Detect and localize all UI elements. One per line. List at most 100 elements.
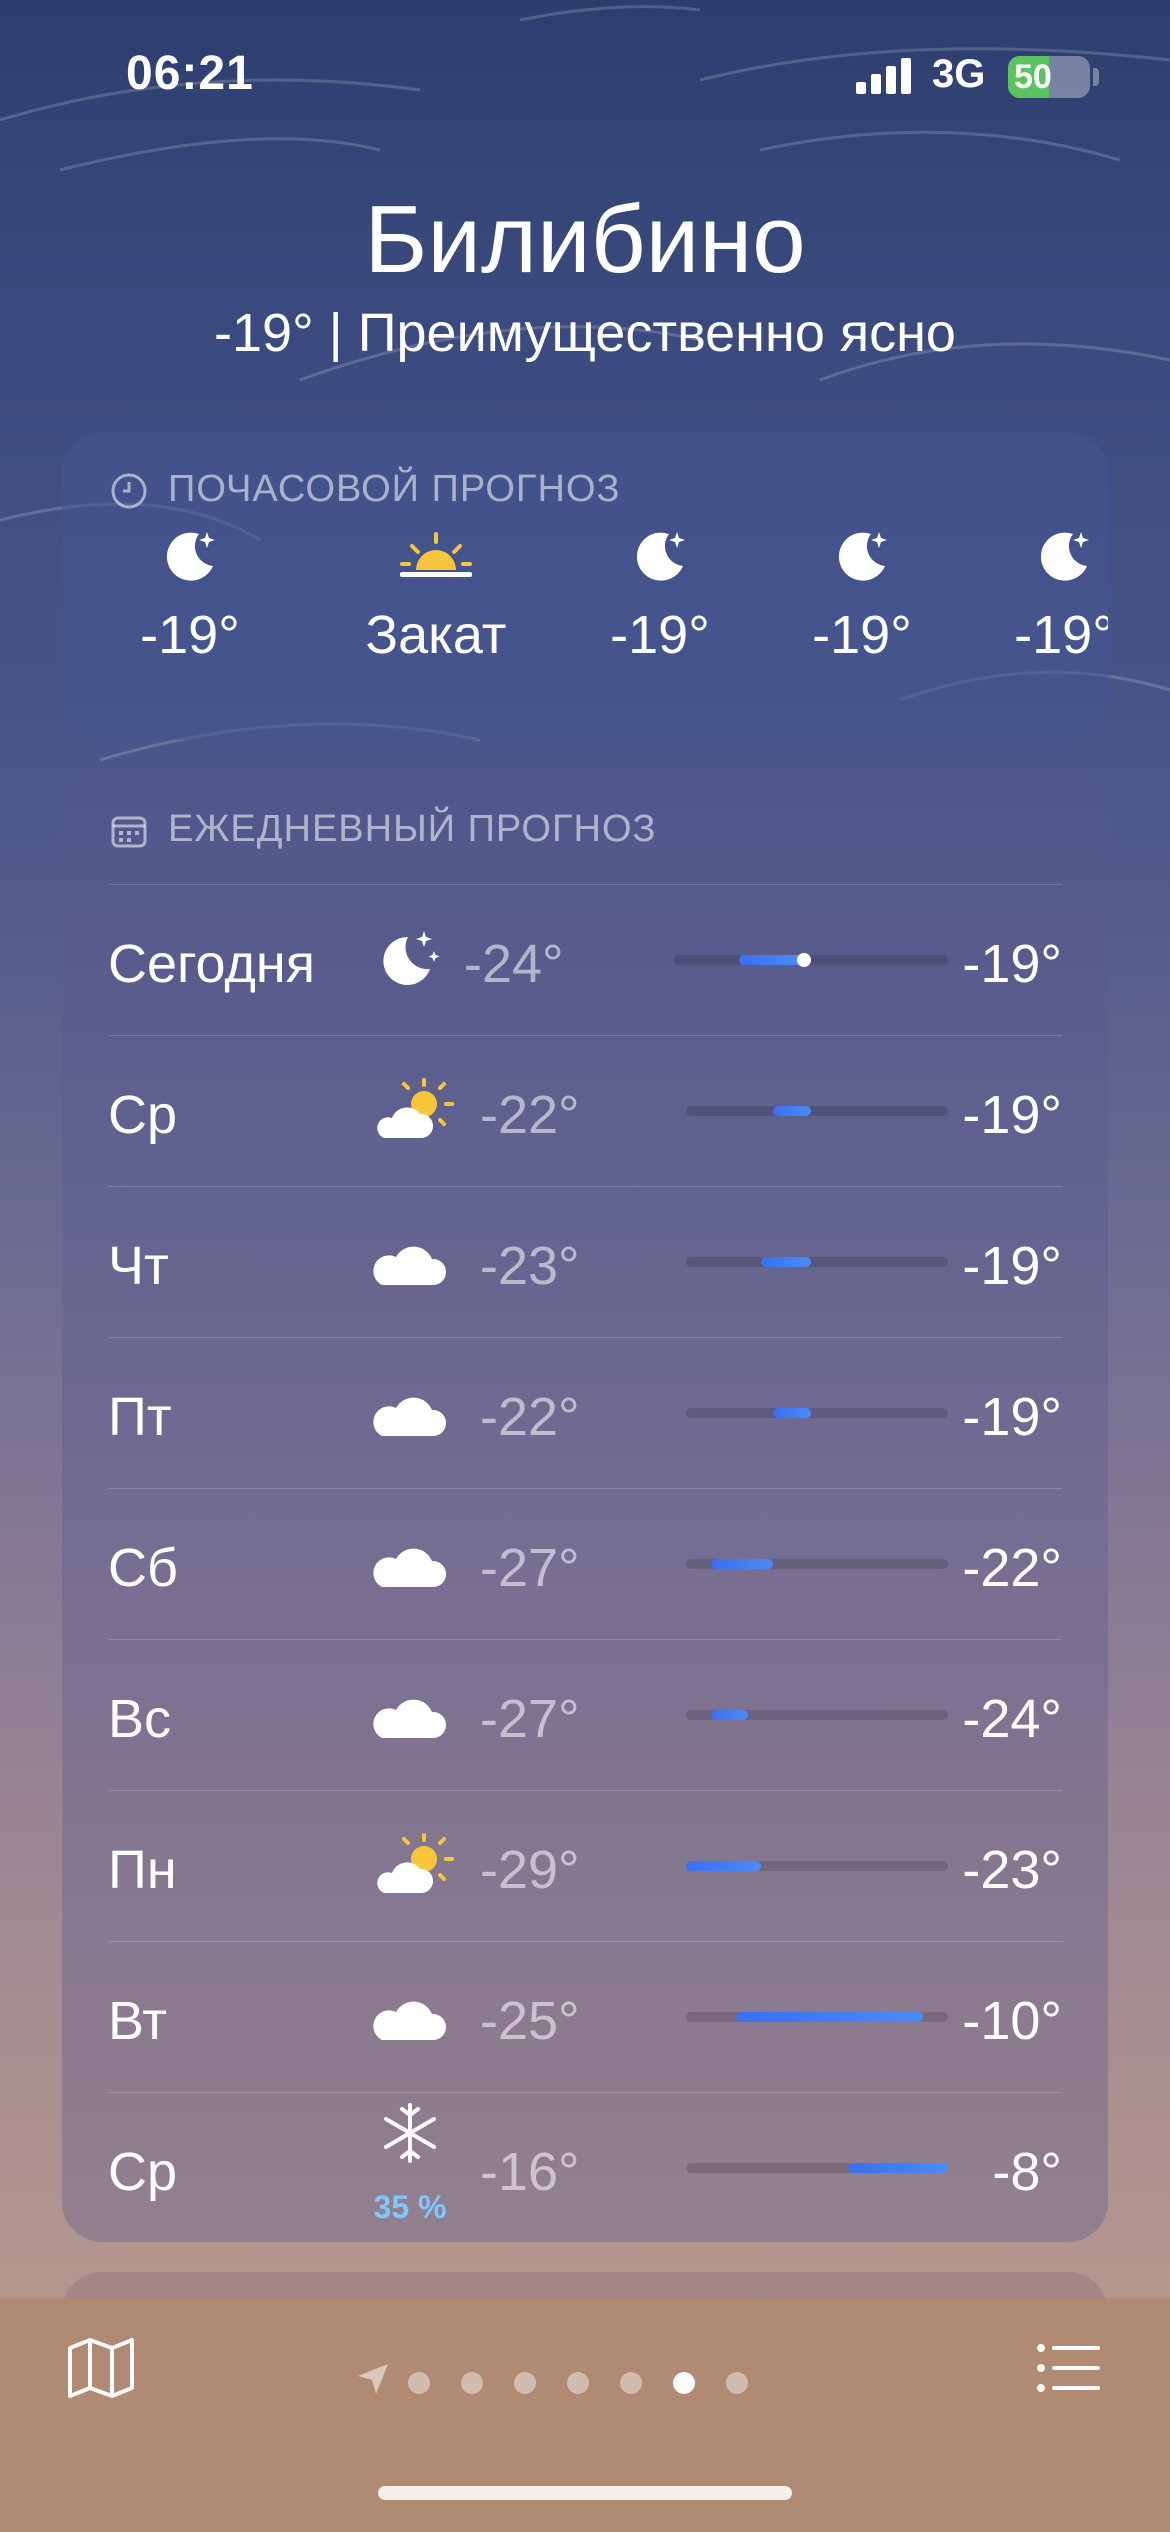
list-icon[interactable] — [1036, 2342, 1102, 2394]
temperature-range-fill — [848, 2163, 948, 2173]
low-temp: -27° — [480, 1538, 580, 1598]
high-temp: -22° — [962, 1538, 1062, 1598]
daily-title-text: ЕЖЕДНЕВНЫЙ ПРОГНОЗ — [168, 808, 657, 850]
high-temp: -23° — [962, 1840, 1062, 1900]
temperature-range-bar — [686, 1257, 948, 1267]
current-conditions: -19° | Преимущественно ясно — [214, 303, 956, 363]
precipitation-chance: 35 % — [373, 2189, 447, 2225]
hourly-item: -19° — [762, 522, 962, 666]
hourly-item: Закат — [336, 522, 536, 666]
cloud-icon — [370, 1680, 450, 1750]
low-temp: -27° — [480, 1689, 580, 1749]
partly-sunny-icon — [370, 1831, 454, 1901]
day-label: Вс — [108, 1689, 172, 1749]
moon-stars-icon — [370, 925, 450, 995]
temperature-range-bar — [674, 953, 948, 967]
page-dot[interactable] — [461, 2372, 483, 2394]
home-indicator[interactable] — [378, 2486, 792, 2500]
temperature-range-fill — [735, 2012, 924, 2022]
temperature-range-bar — [686, 1106, 948, 1116]
moon-icon — [636, 532, 685, 581]
daily-row[interactable]: Пн -29° -23° — [108, 1790, 1062, 1941]
low-temp: -25° — [480, 1991, 580, 2051]
day-label: Сб — [108, 1538, 178, 1598]
page-dot[interactable] — [514, 2372, 536, 2394]
high-temp: -8° — [992, 2142, 1062, 2202]
page-dot[interactable] — [567, 2372, 589, 2394]
daily-row[interactable]: Сб -27° -22° — [108, 1488, 1062, 1639]
temperature-range-bar — [686, 1861, 948, 1871]
day-label: Пн — [108, 1840, 177, 1900]
page-dot[interactable] — [408, 2372, 430, 2394]
status-time: 06:21 — [126, 47, 254, 100]
daily-forecast-card[interactable]: ЕЖЕДНЕВНЫЙ ПРОГНОЗ Сегодня -24° -19° Ср -22°… — [62, 772, 1108, 2242]
daily-row[interactable]: Вс -27° -24° — [108, 1639, 1062, 1790]
temperature-range-fill — [773, 1106, 811, 1116]
temperature-range-fill — [739, 955, 805, 965]
cloud-icon — [370, 1982, 450, 2052]
temperature-range-bar — [686, 2012, 948, 2022]
hourly-item: -19° — [560, 522, 760, 666]
daily-row[interactable]: Ср 35 % -16° -8° — [108, 2092, 1062, 2242]
low-temp: -22° — [480, 1085, 580, 1145]
temperature-range-bar — [686, 1408, 948, 1418]
partly-sunny-icon — [370, 1076, 454, 1146]
moon-icon — [166, 532, 215, 581]
high-temp: -19° — [962, 1387, 1062, 1447]
low-temp: -24° — [464, 934, 564, 994]
battery-level: 50 — [1014, 58, 1052, 96]
location-arrow-icon — [358, 2364, 388, 2394]
temperature-range-fill — [686, 1861, 761, 1871]
low-temp: -29° — [480, 1840, 580, 1900]
battery-icon: 50 — [1008, 56, 1090, 98]
moon-icon — [1040, 532, 1089, 581]
daily-row[interactable]: Пт -22° -19° — [108, 1337, 1062, 1488]
low-temp: -16° — [480, 2142, 580, 2202]
clock-icon — [111, 473, 147, 509]
network-type: 3G — [932, 52, 986, 96]
city-name: Билибино — [364, 186, 806, 293]
sunset-icon — [400, 532, 472, 577]
high-temp: -19° — [962, 1236, 1062, 1296]
daily-row[interactable]: Чт -23° -19° — [108, 1186, 1062, 1337]
map-icon[interactable] — [66, 2336, 136, 2400]
day-label: Ср — [108, 1085, 178, 1145]
cloud-icon — [370, 1227, 450, 1297]
temperature-range-fill — [760, 1257, 811, 1267]
day-label: Чт — [108, 1236, 169, 1296]
temperature-range-fill — [710, 1710, 749, 1720]
page-dot[interactable] — [726, 2372, 748, 2394]
battery-cap — [1093, 68, 1099, 86]
page-dot[interactable] — [620, 2372, 642, 2394]
low-temp: -23° — [480, 1236, 580, 1296]
daily-row[interactable]: Вт -25° -10° — [108, 1941, 1062, 2092]
hourly-title-text: ПОЧАСОВОЙ ПРОГНОЗ — [168, 468, 621, 510]
high-temp: -19° — [962, 1085, 1062, 1145]
day-label: Пт — [108, 1387, 172, 1447]
temperature-range-fill — [773, 1408, 811, 1418]
low-temp: -22° — [480, 1387, 580, 1447]
snowflake-icon — [370, 2103, 450, 2173]
day-label: Сегодня — [108, 934, 315, 994]
day-label: Вт — [108, 1991, 167, 2051]
day-label: Ср — [108, 2142, 178, 2202]
cloud-icon — [370, 1529, 450, 1599]
hourly-forecast-card[interactable]: ПОЧАСОВОЙ ПРОГНОЗ -19° Закат -19° -19° -… — [62, 432, 1108, 740]
status-bar: 06:21 3G 50 — [0, 0, 1170, 150]
hourly-item: -19° — [90, 522, 290, 666]
high-temp: -10° — [962, 1991, 1062, 2051]
daily-row[interactable]: Ср -22° -19° — [108, 1035, 1062, 1186]
temperature-range-bar — [686, 2163, 948, 2173]
hourly-item: -19° — [964, 522, 1108, 666]
current-temp-marker — [797, 953, 812, 967]
page-dot[interactable] — [673, 2372, 695, 2394]
high-temp: -19° — [962, 934, 1062, 994]
cloud-icon — [370, 1378, 450, 1448]
temperature-range-bar — [686, 1559, 948, 1569]
high-temp: -24° — [962, 1689, 1062, 1749]
temperature-range-bar — [686, 1710, 948, 1720]
temperature-range-fill — [710, 1559, 774, 1569]
moon-icon — [838, 532, 887, 581]
cellular-signal-icon — [856, 58, 911, 94]
daily-row[interactable]: Сегодня -24° -19° — [108, 884, 1062, 1035]
